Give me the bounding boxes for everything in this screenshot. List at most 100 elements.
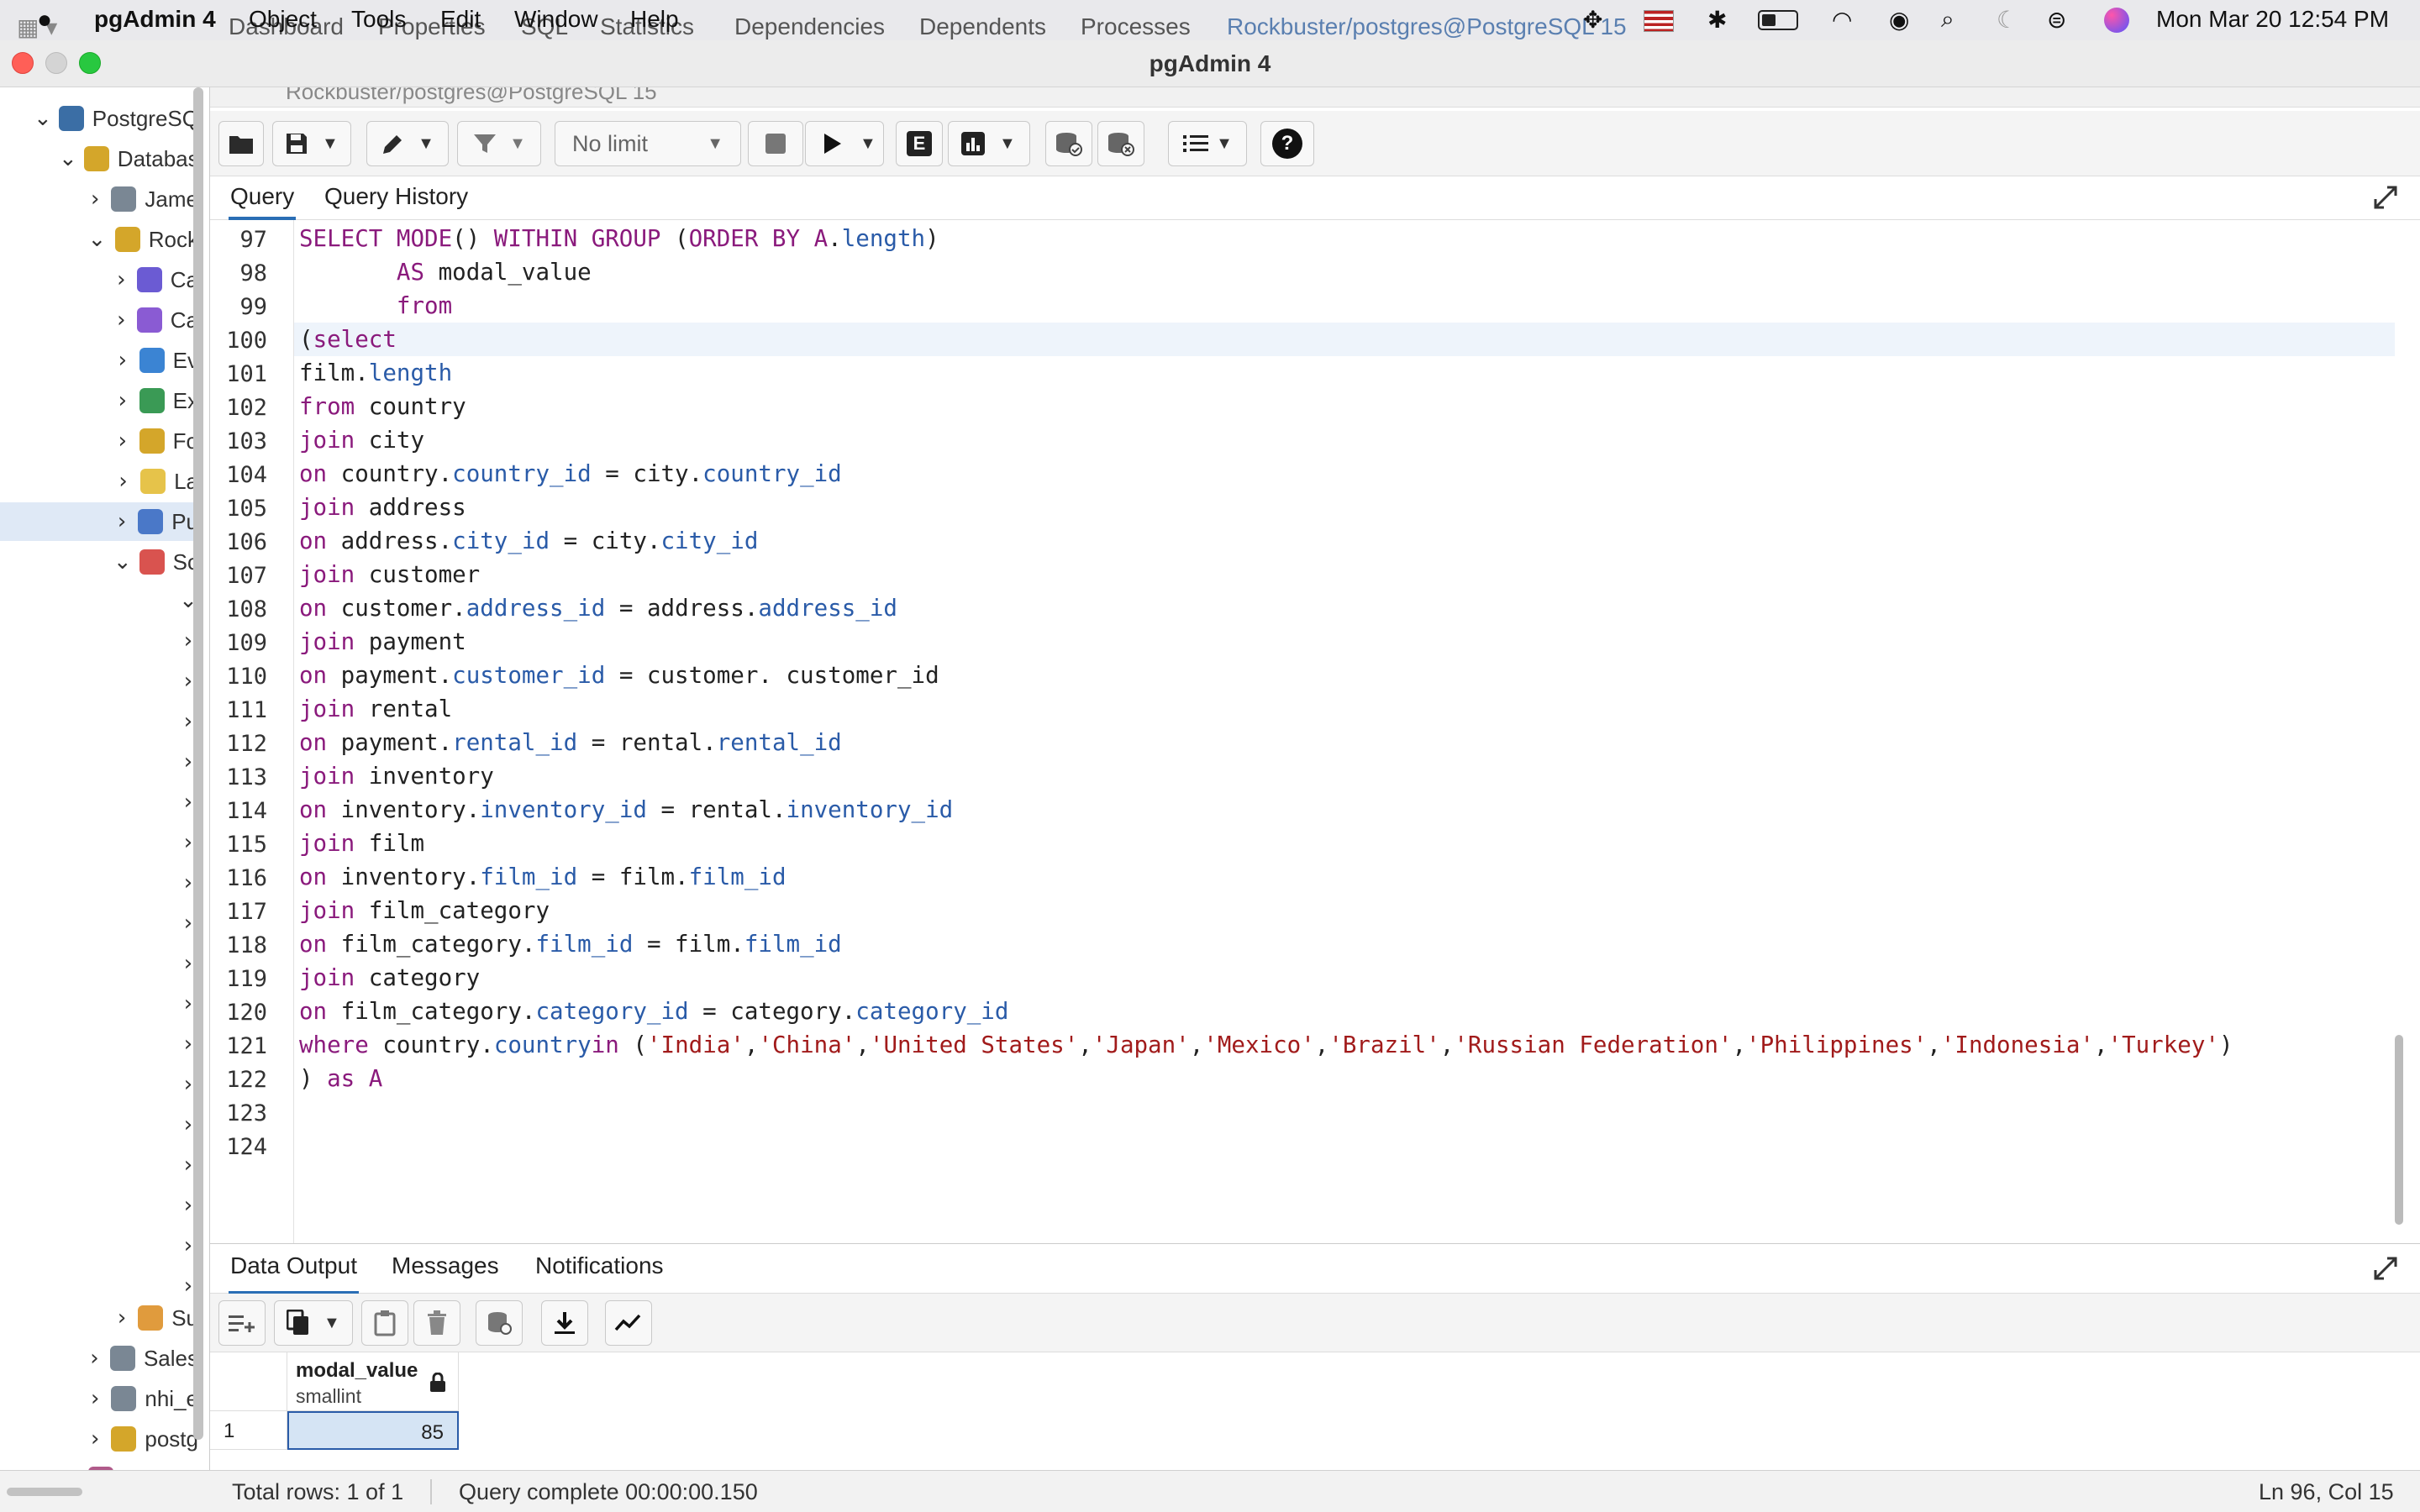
tree-node[interactable]: ⌄ Sc xyxy=(0,543,198,581)
sidebar-h-scrollbar[interactable] xyxy=(7,1488,82,1496)
copy-dropdown-chevron-icon[interactable]: ▼ xyxy=(324,1314,340,1333)
tab-notifications[interactable]: Notifications xyxy=(534,1252,666,1289)
code-line[interactable]: on payment.rental_id = rental.rental_id xyxy=(299,726,842,759)
menu-object[interactable]: Object xyxy=(249,6,317,33)
explain-analyze-button[interactable]: ▼ xyxy=(948,121,1030,166)
focus-moon-icon[interactable]: ☾ xyxy=(1996,6,2018,34)
tree-node[interactable]: › Ev xyxy=(0,341,198,380)
tab-messages[interactable]: Messages xyxy=(390,1252,501,1289)
macros-dropdown-chevron-icon[interactable]: ▼ xyxy=(1216,134,1233,154)
code-line[interactable]: (select xyxy=(299,323,397,356)
column-header-modal-value[interactable]: modal_value smallint xyxy=(287,1352,459,1411)
filter-dropdown-chevron-icon[interactable]: ▼ xyxy=(509,134,526,154)
chevron-right-icon[interactable]: › xyxy=(86,186,104,212)
chevron-right-icon[interactable]: › xyxy=(86,1386,104,1411)
chevron-right-icon[interactable]: › xyxy=(113,1305,131,1331)
siri-icon[interactable] xyxy=(2104,8,2129,33)
tree-node[interactable]: › Sales xyxy=(0,1339,198,1378)
spotlight-search-icon[interactable]: ⌕ xyxy=(1941,6,1954,34)
tree-node[interactable]: › postg xyxy=(0,1420,198,1458)
tree-node[interactable]: › Fo xyxy=(0,422,198,460)
menu-help[interactable]: Help xyxy=(630,6,679,33)
tree-node[interactable]: › La xyxy=(0,462,198,501)
edit-button[interactable]: ▼ xyxy=(366,121,449,166)
tab-query[interactable]: Query xyxy=(229,183,297,220)
sql-editor[interactable]: 97 98 99 100 101 102 103 104 105 106 107 108 109 110 1… xyxy=(210,220,2420,1243)
code-line[interactable]: on film_category.film_id = film.film_id xyxy=(299,927,842,961)
code-line[interactable]: join category xyxy=(299,961,480,995)
menu-edit[interactable]: Edit xyxy=(440,6,481,33)
commit-button[interactable] xyxy=(1045,121,1092,166)
save-file-button[interactable]: ▼ xyxy=(272,121,351,166)
menu-window[interactable]: Window xyxy=(514,6,598,33)
delete-button[interactable] xyxy=(413,1300,460,1346)
menu-tools[interactable]: Tools xyxy=(351,6,406,33)
chevron-right-icon[interactable]: › xyxy=(113,388,133,413)
download-button[interactable] xyxy=(541,1300,588,1346)
chevron-right-icon[interactable]: › xyxy=(113,348,133,373)
code-line[interactable]: join rental xyxy=(299,692,452,726)
paste-button[interactable] xyxy=(361,1300,408,1346)
chevron-down-icon[interactable]: ⌄ xyxy=(34,106,52,131)
app-menu[interactable]: pgAdmin 4 xyxy=(94,6,216,33)
code-line[interactable]: on inventory.inventory_id = rental.inven… xyxy=(299,793,953,827)
rollback-button[interactable] xyxy=(1097,121,1144,166)
chevron-right-icon[interactable]: › xyxy=(113,509,131,534)
add-row-button[interactable] xyxy=(218,1300,266,1346)
chevron-down-icon[interactable]: ⌄ xyxy=(86,227,108,252)
execute-dropdown-chevron-icon[interactable]: ▼ xyxy=(860,134,876,154)
tab-query-history[interactable]: Query History xyxy=(323,183,470,220)
tree-node[interactable]: › Ex xyxy=(0,381,198,420)
bg-tab-dependencies[interactable]: Dependencies xyxy=(734,13,885,40)
row-limit-select[interactable]: No limit ▼ xyxy=(555,121,741,166)
help-button[interactable]: ? xyxy=(1260,121,1314,166)
save-dropdown-chevron-icon[interactable]: ▼ xyxy=(322,134,339,154)
code-line[interactable]: on customer.address_id = address.address… xyxy=(299,591,897,625)
code-line[interactable]: AS modal_value xyxy=(299,255,592,289)
macros-button[interactable]: ▼ xyxy=(1168,121,1247,166)
tree-node[interactable]: › Ca xyxy=(0,301,198,339)
execute-button[interactable]: ▼ xyxy=(805,121,884,166)
chevron-right-icon[interactable]: › xyxy=(113,428,133,454)
open-file-button[interactable] xyxy=(218,121,264,166)
chevron-right-icon[interactable]: › xyxy=(113,469,134,494)
flag-icon[interactable] xyxy=(1644,10,1674,32)
tree-node[interactable]: › nhi_e xyxy=(0,1379,198,1418)
code-line[interactable]: on film_category.category_id = category.… xyxy=(299,995,1008,1028)
code-line[interactable]: on country.country_id = city.country_id xyxy=(299,457,842,491)
code-line[interactable]: join film xyxy=(299,827,424,860)
chevron-down-icon[interactable]: ⌄ xyxy=(113,549,133,575)
chevron-right-icon[interactable]: › xyxy=(113,267,130,292)
maximize-output-icon[interactable] xyxy=(2373,1256,2398,1281)
maximize-editor-icon[interactable] xyxy=(2373,185,2398,210)
wifi-icon[interactable]: ◠ xyxy=(1832,6,1852,34)
filter-button[interactable]: ▼ xyxy=(457,121,541,166)
code-line[interactable]: SELECT MODE() WITHIN GROUP (ORDER BY A.l… xyxy=(299,222,939,255)
tree-node[interactable]: › Ca xyxy=(0,260,198,299)
code-line[interactable]: from xyxy=(299,289,452,323)
user-icon[interactable]: ◉ xyxy=(1889,6,1909,34)
row-number[interactable]: 1 xyxy=(210,1411,287,1450)
tab-data-output[interactable]: Data Output xyxy=(229,1252,359,1294)
sidebar-scrollbar[interactable] xyxy=(193,87,203,1440)
code-line[interactable]: on address.city_id = city.city_id xyxy=(299,524,758,558)
clock[interactable]: Mon Mar 20 12:54 PM xyxy=(2156,6,2389,33)
explain-button[interactable]: E xyxy=(896,121,943,166)
tree-node[interactable]: › Jame xyxy=(0,180,198,218)
tree-node[interactable]: ⌄ Rock xyxy=(0,220,198,259)
bg-tab-dependents[interactable]: Dependents xyxy=(919,13,1046,40)
tree-node[interactable]: › Su xyxy=(0,1299,198,1337)
code-line[interactable]: join address xyxy=(299,491,466,524)
battery-icon[interactable] xyxy=(1758,10,1798,30)
bg-connection-tab[interactable]: Rockbuster/postgres@PostgreSQL 15 xyxy=(1227,13,1627,40)
cell-modal-value[interactable]: 85 xyxy=(287,1411,459,1450)
code-line[interactable]: on inventory.film_id = film.film_id xyxy=(299,860,786,894)
code-line[interactable]: on payment.customer_id = customer. custo… xyxy=(299,659,939,692)
connection-selector[interactable]: Rockbuster/postgres@PostgreSQL 15 xyxy=(210,87,2420,108)
save-data-button[interactable] xyxy=(476,1300,523,1346)
tree-node[interactable]: ⌄ PostgreSQ xyxy=(0,99,199,138)
analyze-dropdown-chevron-icon[interactable]: ▼ xyxy=(999,134,1016,154)
bluetooth-icon[interactable]: ✱ xyxy=(1707,6,1727,34)
code-line[interactable]: film.length xyxy=(299,356,452,390)
code-line[interactable]: join inventory xyxy=(299,759,494,793)
